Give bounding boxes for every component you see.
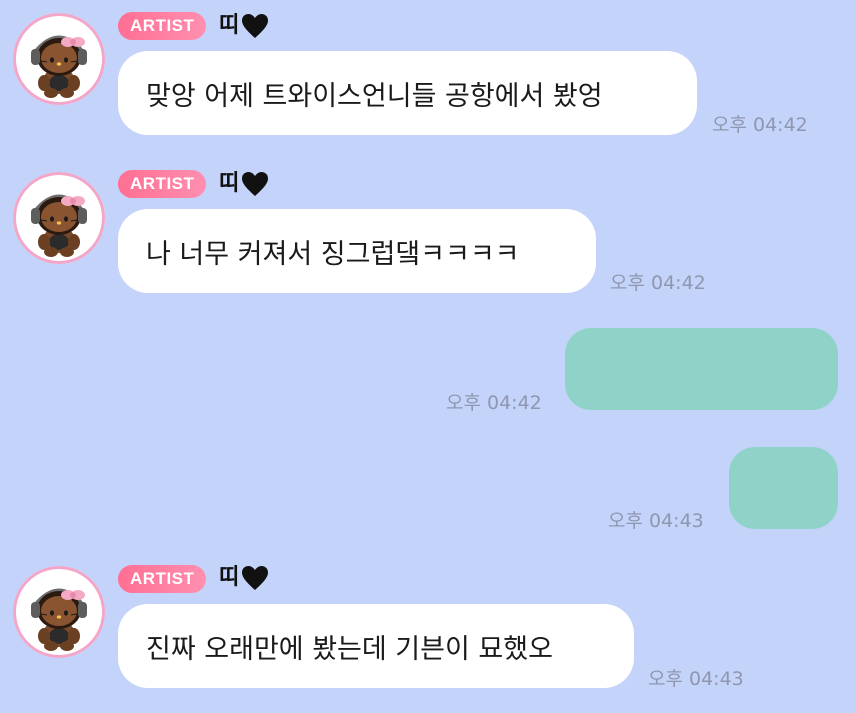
message-bubble[interactable]: 나 너무 커져서 징그럽댘ㅋㅋㅋㅋ <box>118 209 596 293</box>
avatar[interactable] <box>13 566 105 658</box>
black-heart-icon <box>241 171 269 197</box>
message-time: 오후 04:42 <box>446 392 542 414</box>
outgoing-message-bubble[interactable] <box>565 328 838 410</box>
kitty-avatar-icon <box>13 566 105 658</box>
avatar[interactable] <box>13 172 105 264</box>
message-time: 오후 04:43 <box>648 668 744 690</box>
sender-name: 띠 <box>219 169 269 199</box>
artist-badge: ARTIST <box>118 170 207 198</box>
message-time: 오후 04:42 <box>610 272 706 294</box>
message-bubble[interactable]: 맞앙 어제 트와이스언니들 공항에서 봤엉 <box>118 51 697 135</box>
sender-name: 띠 <box>219 11 269 41</box>
sender-name-text: 띠 <box>219 565 240 590</box>
sender-name: 띠 <box>219 563 269 593</box>
black-heart-icon <box>241 565 269 591</box>
kitty-avatar-icon <box>13 13 105 105</box>
sender-name-text: 띠 <box>219 13 240 38</box>
artist-badge: ARTIST <box>118 12 207 40</box>
avatar[interactable] <box>13 13 105 105</box>
outgoing-message-bubble[interactable] <box>729 447 838 529</box>
sender-name-text: 띠 <box>219 171 240 196</box>
black-heart-icon <box>241 13 269 39</box>
message-bubble[interactable]: 진짜 오래만에 봤는데 기븐이 묘했오 <box>118 604 634 688</box>
message-time: 오후 04:42 <box>712 114 808 136</box>
message-time: 오후 04:43 <box>608 510 704 532</box>
artist-badge: ARTIST <box>118 565 207 593</box>
kitty-avatar-icon <box>13 172 105 264</box>
